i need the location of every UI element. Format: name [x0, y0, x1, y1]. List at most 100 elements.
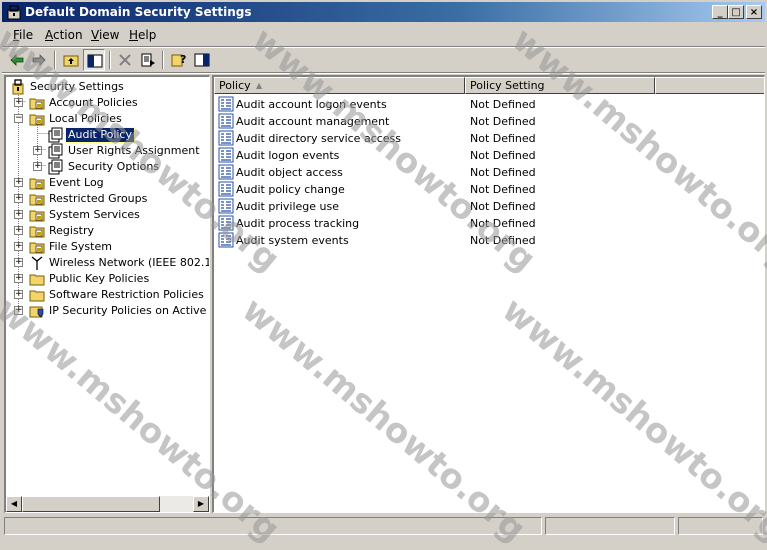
menu-file[interactable]: File: [13, 28, 33, 42]
tree-item[interactable]: + System Services: [6, 207, 209, 223]
show-tree-icon: [87, 54, 103, 68]
tree-horizontal-scrollbar[interactable]: ◀ ▶: [6, 496, 209, 512]
policy-row[interactable]: Audit logon events Not Defined: [218, 147, 758, 164]
export-list-button[interactable]: [137, 49, 159, 71]
expand-plus-icon[interactable]: +: [14, 306, 23, 315]
expand-plus-icon[interactable]: +: [33, 162, 42, 171]
policy-folder-icon: [29, 239, 45, 255]
column-header-policy-setting[interactable]: Policy Setting: [465, 77, 655, 94]
policy-name: Audit account management: [236, 115, 390, 128]
policy-folder-icon: [29, 223, 45, 239]
toolbar-separator: [162, 51, 164, 69]
tree-item[interactable]: + Restricted Groups: [6, 191, 209, 207]
show-hide-tree-button[interactable]: [83, 49, 105, 71]
audit-policy-icon: [218, 96, 234, 112]
policy-name: Audit object access: [236, 166, 343, 179]
policy-row[interactable]: Audit object access Not Defined: [218, 164, 758, 181]
expand-plus-icon[interactable]: +: [14, 274, 23, 283]
policy-row[interactable]: Audit privilege use Not Defined: [218, 198, 758, 215]
expand-plus-icon[interactable]: +: [14, 258, 23, 267]
tree-item[interactable]: + Event Log: [6, 175, 209, 191]
details-pane[interactable]: Policy ▲ Policy Setting Audit account lo…: [212, 75, 765, 513]
back-button[interactable]: [6, 49, 28, 71]
policy-setting: Not Defined: [470, 183, 536, 196]
menu-action[interactable]: Action: [45, 28, 83, 42]
tree-item[interactable]: + Account Policies: [6, 95, 209, 111]
scroll-thumb[interactable]: [22, 496, 160, 512]
expand-plus-icon[interactable]: +: [14, 98, 23, 107]
tree-root-security-settings[interactable]: Security Settings: [6, 79, 209, 95]
sort-ascending-icon: ▲: [256, 81, 263, 90]
scroll-right-button[interactable]: ▶: [193, 496, 209, 512]
tree-item-label: Event Log: [49, 176, 104, 189]
svg-text:?: ?: [180, 53, 186, 66]
column-header-policy[interactable]: Policy ▲: [214, 77, 465, 94]
policy-row[interactable]: Audit system events Not Defined: [218, 232, 758, 249]
status-panel-secondary: [545, 517, 675, 535]
app-window: Default Domain Security Settings _ □ × F…: [0, 0, 767, 550]
security-settings-icon: [10, 79, 26, 95]
audit-policy-icon: [218, 113, 234, 129]
tree-item[interactable]: + Registry: [6, 223, 209, 239]
column-header-empty: [655, 77, 764, 94]
help-button[interactable]: ?: [168, 49, 190, 71]
expand-plus-icon[interactable]: +: [14, 242, 23, 251]
tree-item[interactable]: − Local Policies: [6, 111, 209, 127]
tree-item-label: Restricted Groups: [49, 192, 148, 205]
close-button[interactable]: ×: [746, 5, 762, 19]
window-title: Default Domain Security Settings: [25, 5, 252, 19]
policy-setting: Not Defined: [470, 217, 536, 230]
title-bar[interactable]: Default Domain Security Settings _ □ ×: [2, 2, 765, 22]
expand-plus-icon[interactable]: +: [14, 178, 23, 187]
expand-plus-icon[interactable]: +: [14, 194, 23, 203]
toolbar-separator-line: [2, 72, 765, 74]
menu-help[interactable]: Help: [129, 28, 156, 42]
policy-setting: Not Defined: [470, 132, 536, 145]
tree-item-label: Audit Policy: [65, 127, 135, 143]
tree-item[interactable]: + File System: [6, 239, 209, 255]
policy-row[interactable]: Audit process tracking Not Defined: [218, 215, 758, 232]
tree-item-label: IP Security Policies on Active Dire: [49, 304, 209, 317]
tree-item-label: Registry: [49, 224, 95, 237]
tree-item-label: Public Key Policies: [49, 272, 150, 285]
policy-name: Audit privilege use: [236, 200, 340, 213]
maximize-button[interactable]: □: [728, 5, 744, 19]
delete-button[interactable]: [114, 49, 136, 71]
expand-plus-icon[interactable]: +: [14, 226, 23, 235]
policy-name: Audit directory service access: [236, 132, 402, 145]
toolbar-separator: [109, 51, 111, 69]
console-tree-button[interactable]: [191, 49, 213, 71]
scroll-left-button[interactable]: ◀: [6, 496, 22, 512]
audit-policy-icon: [218, 130, 234, 146]
tree-item[interactable]: Audit Policy: [6, 127, 209, 143]
up-one-level-button[interactable]: [60, 49, 82, 71]
policy-setting: Not Defined: [470, 115, 536, 128]
toolbar: ?: [2, 48, 765, 72]
tree-item[interactable]: + Wireless Network (IEEE 802.11) P: [6, 255, 209, 271]
audit-policy-icon: [218, 198, 234, 214]
minimize-button[interactable]: _: [712, 5, 728, 19]
menu-view[interactable]: View: [91, 28, 119, 42]
tree-item[interactable]: + IP Security Policies on Active Dire: [6, 303, 209, 319]
policy-row[interactable]: Audit account management Not Defined: [218, 113, 758, 130]
collapse-minus-icon[interactable]: −: [14, 114, 23, 123]
tree-item-label: User Rights Assignment: [68, 144, 200, 157]
tree-item[interactable]: + Security Options: [6, 159, 209, 175]
console-tree-pane[interactable]: Security Settings + Account Policies − Local…: [4, 75, 210, 513]
tree-item[interactable]: + Public Key Policies: [6, 271, 209, 287]
policy-row[interactable]: Audit account logon events Not Defined: [218, 96, 758, 113]
tree-item-label: Account Policies: [49, 96, 138, 109]
folder-icon: [29, 271, 45, 287]
policy-setting: Not Defined: [470, 234, 536, 247]
tree-item[interactable]: + User Rights Assignment: [6, 143, 209, 159]
expand-plus-icon[interactable]: +: [33, 146, 42, 155]
policy-row[interactable]: Audit policy change Not Defined: [218, 181, 758, 198]
status-panel-tertiary: [678, 517, 763, 535]
policy-setting: Not Defined: [470, 98, 536, 111]
status-bar: [2, 516, 765, 536]
expand-plus-icon[interactable]: +: [14, 210, 23, 219]
forward-button[interactable]: [28, 49, 50, 71]
expand-plus-icon[interactable]: +: [14, 290, 23, 299]
tree-item[interactable]: + Software Restriction Policies: [6, 287, 209, 303]
policy-row[interactable]: Audit directory service access Not Defin…: [218, 130, 758, 147]
